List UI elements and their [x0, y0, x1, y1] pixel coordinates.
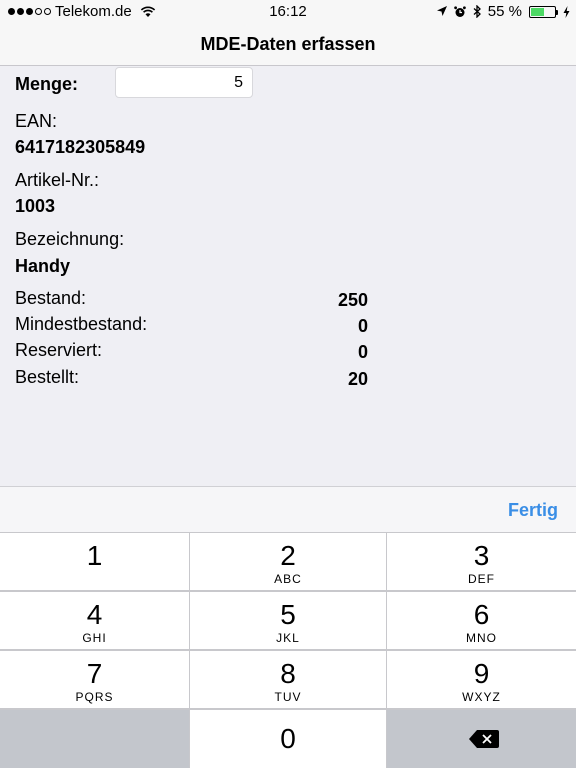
key-digit: 0 — [280, 723, 296, 754]
key-3[interactable]: 3 DEF — [387, 533, 576, 590]
key-digit: 7 — [86, 658, 103, 689]
bluetooth-icon — [473, 5, 481, 18]
key-digit: 6 — [473, 599, 490, 630]
location-arrow-icon — [436, 6, 447, 16]
key-letters: GHI — [82, 631, 107, 645]
bestand-value: 250 — [337, 290, 368, 310]
key-letters: WXYZ — [462, 690, 501, 704]
bezeichnung-value: Handy — [15, 256, 71, 276]
keyboard-toolbar: Fertig — [0, 486, 576, 532]
key-letters: MNO — [466, 631, 497, 645]
key-8[interactable]: 8 TUV — [190, 651, 386, 708]
key-0[interactable]: 0 — [190, 710, 386, 768]
battery-percent: 55 % — [487, 3, 522, 20]
navigation-bar: MDE-Daten erfassen — [0, 22, 576, 66]
key-letters: PQRS — [75, 690, 114, 704]
key-4[interactable]: 4 GHI — [0, 592, 189, 649]
bestand-label: Bestand: — [15, 288, 87, 308]
status-bar: Telekom.de 16:12 55 % — [0, 0, 576, 22]
reserviert-label: Reserviert: — [15, 340, 103, 360]
ean-value: 6417182305849 — [15, 137, 146, 157]
battery-level — [531, 7, 544, 16]
key-letters: ABC — [274, 572, 302, 586]
backspace-icon — [469, 730, 499, 748]
mindestbestand-label: Mindestbestand: — [15, 314, 148, 334]
mindestbestand-value: 0 — [357, 316, 368, 336]
key-5[interactable]: 5 JKL — [190, 592, 386, 649]
key-7[interactable]: 7 PQRS — [0, 651, 189, 708]
key-digit: 5 — [280, 599, 296, 630]
key-6[interactable]: 6 MNO — [387, 592, 576, 649]
key-2[interactable]: 2 ABC — [190, 533, 386, 590]
key-digit: 9 — [473, 658, 490, 689]
alarm-icon — [453, 5, 466, 17]
key-letters: DEF — [468, 572, 495, 586]
done-button[interactable]: Fertig — [508, 500, 558, 521]
bestellt-value: 20 — [347, 369, 368, 389]
reserviert-value: 0 — [357, 342, 368, 362]
artikel-nr-label: Artikel-Nr.: — [15, 170, 100, 190]
key-digit: 8 — [280, 658, 296, 689]
key-letters: TUV — [274, 690, 302, 704]
page-title: MDE-Daten erfassen — [200, 34, 376, 54]
menge-input[interactable]: 5 — [115, 67, 253, 98]
key-digit: 2 — [280, 540, 296, 571]
ean-label: EAN: — [15, 111, 58, 131]
key-digit: 4 — [86, 599, 103, 630]
key-digit: 1 — [86, 540, 103, 571]
bezeichnung-label: Bezeichnung: — [15, 229, 125, 249]
key-digit: 3 — [473, 540, 490, 571]
key-1[interactable]: 1 — [0, 533, 189, 590]
charging-icon — [563, 5, 570, 18]
key-empty — [0, 710, 189, 768]
battery-icon — [529, 5, 558, 18]
number-keypad: 1 2 ABC 3 DEF 4 GHI 5 JKL 6 MNO 7 PQRS 8… — [0, 532, 576, 768]
bestellt-label: Bestellt: — [15, 367, 80, 387]
artikel-nr-value: 1003 — [15, 196, 56, 216]
key-letters: JKL — [276, 631, 300, 645]
status-right: 55 % — [436, 3, 570, 20]
menge-label: Menge: — [15, 74, 78, 94]
backspace-key[interactable] — [387, 710, 576, 768]
key-9[interactable]: 9 WXYZ — [387, 651, 576, 708]
